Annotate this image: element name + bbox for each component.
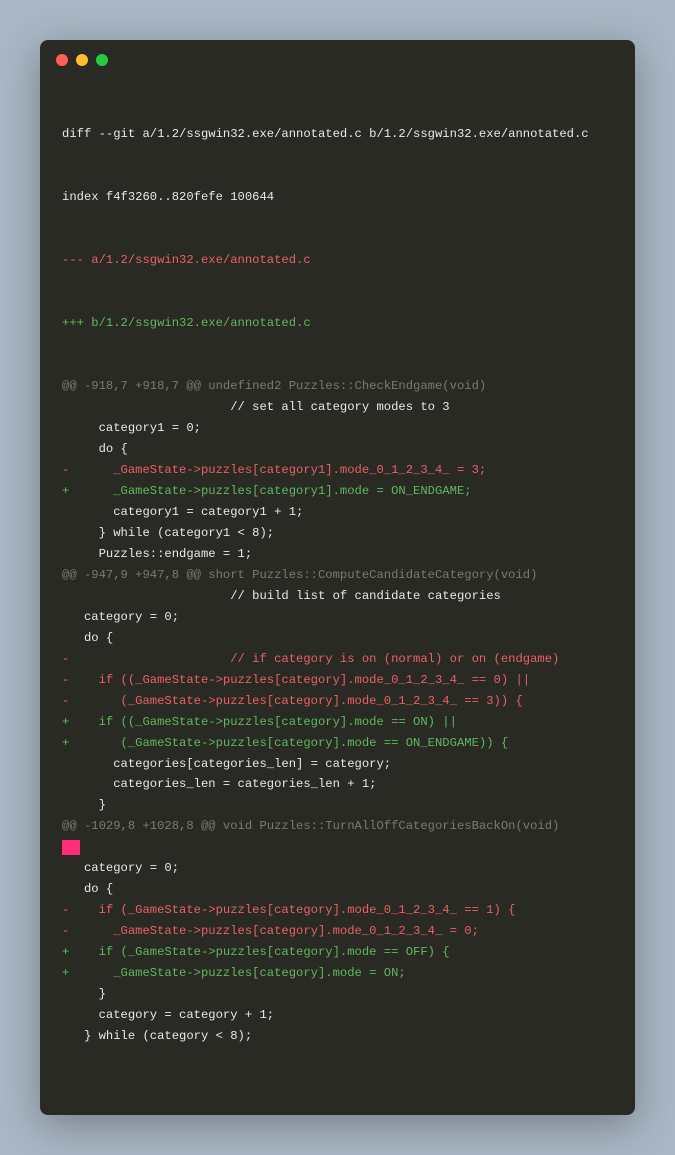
- diff-line-added: + _GameState->puzzles[category].mode = O…: [62, 963, 613, 984]
- terminal-window: diff --git a/1.2/ssgwin32.exe/annotated.…: [40, 40, 635, 1115]
- diff-line-context: Puzzles::endgame = 1;: [62, 544, 613, 565]
- hunk-header: @@ -1029,8 +1028,8 @@ void Puzzles::Turn…: [62, 816, 613, 837]
- diff-line-added: + (_GameState->puzzles[category].mode ==…: [62, 733, 613, 754]
- trailing-whitespace-marker: [62, 840, 80, 855]
- diff-line-removed: - if ((_GameState->puzzles[category].mod…: [62, 670, 613, 691]
- diff-line-highlight: [62, 837, 613, 858]
- diff-line-context: }: [62, 795, 613, 816]
- diff-line-context: category1 = category1 + 1;: [62, 502, 613, 523]
- diff-line-context: categories[categories_len] = category;: [62, 754, 613, 775]
- hunk-header: @@ -918,7 +918,7 @@ undefined2 Puzzles::…: [62, 376, 613, 397]
- titlebar: [40, 40, 635, 74]
- diff-line-context: // set all category modes to 3: [62, 397, 613, 418]
- diff-line-context: do {: [62, 439, 613, 460]
- maximize-icon[interactable]: [96, 54, 108, 66]
- diff-line-context: // build list of candidate categories: [62, 586, 613, 607]
- diff-line-context: } while (category1 < 8);: [62, 523, 613, 544]
- diff-line-added: + if (_GameState->puzzles[category].mode…: [62, 942, 613, 963]
- diff-line-removed: - _GameState->puzzles[category1].mode_0_…: [62, 460, 613, 481]
- diff-line-context: } while (category < 8);: [62, 1026, 613, 1047]
- diff-line-context: categories_len = categories_len + 1;: [62, 774, 613, 795]
- diff-line-removed: - (_GameState->puzzles[category].mode_0_…: [62, 691, 613, 712]
- hunk-header: @@ -947,9 +947,8 @@ short Puzzles::Compu…: [62, 565, 613, 586]
- diff-line-context: category = 0;: [62, 607, 613, 628]
- diff-header: diff --git a/1.2/ssgwin32.exe/annotated.…: [62, 124, 613, 145]
- diff-line-added: + if ((_GameState->puzzles[category].mod…: [62, 712, 613, 733]
- diff-content: diff --git a/1.2/ssgwin32.exe/annotated.…: [40, 74, 635, 1115]
- close-icon[interactable]: [56, 54, 68, 66]
- diff-line-removed: - // if category is on (normal) or on (e…: [62, 649, 613, 670]
- diff-line-context: category = 0;: [62, 858, 613, 879]
- minimize-icon[interactable]: [76, 54, 88, 66]
- diff-file-b: +++ b/1.2/ssgwin32.exe/annotated.c: [62, 313, 613, 334]
- diff-line-context: category = category + 1;: [62, 1005, 613, 1026]
- diff-line-removed: - _GameState->puzzles[category].mode_0_1…: [62, 921, 613, 942]
- diff-file-a: --- a/1.2/ssgwin32.exe/annotated.c: [62, 250, 613, 271]
- diff-line-removed: - if (_GameState->puzzles[category].mode…: [62, 900, 613, 921]
- diff-line-context: category1 = 0;: [62, 418, 613, 439]
- diff-line-added: + _GameState->puzzles[category1].mode = …: [62, 481, 613, 502]
- diff-index: index f4f3260..820fefe 100644: [62, 187, 613, 208]
- diff-line-context: do {: [62, 628, 613, 649]
- diff-line-context: }: [62, 984, 613, 1005]
